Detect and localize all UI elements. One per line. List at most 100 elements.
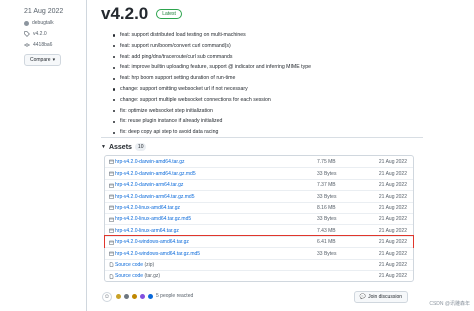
assets-title: Assets (108, 143, 132, 151)
reaction-count-text: 5 people reacted (156, 293, 194, 299)
tag-name[interactable]: v4.2.0 (33, 31, 47, 37)
asset-row-highlighted[interactable]: hrp-v4.2.0-windows-amd64.tar.gz 6.41 MB … (104, 234, 414, 249)
list-item: feat: add ping/dns/traceroute/curl sub c… (113, 52, 413, 63)
tag-row[interactable]: v4.2.0 (24, 31, 86, 37)
asset-row[interactable]: hrp-v4.2.0-linux-amd64.tar.gz.md5 33 Byt… (105, 212, 413, 224)
source-code-label: Source code (115, 273, 144, 280)
asset-name[interactable]: hrp-v4.2.0-darwin-amd64.tar.gz.md5 (115, 171, 196, 177)
asset-name[interactable]: Source code (tar.gz) (115, 273, 160, 279)
asset-date: 21 Aug 2022 (378, 158, 407, 165)
compare-button[interactable]: Compare ▾ (24, 54, 62, 66)
author-name[interactable]: debugtalk (32, 20, 54, 26)
assets-count: 10 (134, 143, 147, 151)
asset-date: 21 Aug 2022 (378, 239, 407, 246)
commit-row[interactable]: 4418ba6 (24, 42, 86, 48)
package-icon (109, 217, 114, 222)
package-icon (109, 159, 114, 164)
package-icon (109, 171, 114, 176)
asset-row[interactable]: hrp-v4.2.0-darwin-amd64.tar.gz.md5 33 By… (105, 167, 413, 178)
asset-name[interactable]: hrp-v4.2.0-darwin-arm64.tar.gz.md5 (115, 194, 194, 200)
asset-name[interactable]: hrp-v4.2.0-windows-amd64.tar.gz (115, 239, 189, 245)
asset-name[interactable]: hrp-v4.2.0-linux-amd64.tar.gz.md5 (115, 216, 191, 222)
asset-size: 7.75 MB (317, 158, 336, 165)
source-format: (tar.gz) (144, 273, 161, 280)
avatar (124, 293, 129, 299)
list-item: feat: improve builtin uploading feature,… (113, 62, 413, 73)
assets-toggle[interactable]: ▼ Assets 10 (101, 143, 147, 151)
latest-badge: Latest (156, 9, 182, 19)
release-notes: feat: support distributed load testing o… (113, 30, 413, 138)
asset-date: 21 Aug 2022 (378, 182, 407, 189)
tag-icon (24, 31, 30, 37)
asset-row[interactable]: hrp-v4.2.0-darwin-arm64.tar.gz 7.37 MB 2… (105, 178, 413, 190)
asset-row[interactable]: hrp-v4.2.0-darwin-arm64.tar.gz.md5 33 By… (105, 190, 413, 201)
list-item: feat: support run/boom/convert curl comm… (113, 41, 413, 52)
compare-label: Compare (30, 57, 51, 63)
release-meta: 21 Aug 2022 debugtalk v4.2.0 4418ba6 Com… (24, 6, 86, 66)
list-item: change: support omitting websocket url i… (113, 84, 413, 95)
asset-size: 7.37 MB (317, 182, 336, 189)
join-label: Join discussion (368, 294, 402, 300)
release-title[interactable]: v4.2.0 (101, 4, 148, 24)
asset-size: 33 Bytes (317, 250, 337, 257)
asset-name[interactable]: hrp-v4.2.0-windows-amd64.tar.gz.md5 (115, 251, 200, 257)
asset-size: 33 Bytes (317, 193, 337, 200)
asset-row[interactable]: hrp-v4.2.0-linux-amd64.tar.gz 8.16 MB 21… (105, 201, 413, 213)
asset-row[interactable]: Source code (zip) 21 Aug 2022 (105, 258, 413, 270)
reactions: 5 people reacted (116, 293, 193, 299)
file-zip-icon (109, 273, 114, 279)
commit-icon (24, 43, 30, 47)
asset-row[interactable]: hrp-v4.2.0-darwin-amd64.tar.gz 7.75 MB 2… (105, 156, 413, 167)
asset-date: 21 Aug 2022 (378, 250, 407, 257)
list-item: change: support multiple websocket conne… (113, 95, 413, 106)
source-code-label: Source code (115, 262, 144, 269)
asset-size: 33 Bytes (317, 216, 337, 223)
smiley-icon[interactable]: ☺ (102, 292, 112, 302)
asset-name[interactable]: hrp-v4.2.0-linux-amd64.tar.gz (115, 205, 180, 211)
asset-row[interactable]: hrp-v4.2.0-windows-amd64.tar.gz.md5 33 B… (105, 247, 413, 258)
package-icon (109, 206, 114, 211)
asset-date: 21 Aug 2022 (378, 227, 407, 234)
comment-icon: 💬 (359, 294, 367, 300)
asset-size: 33 Bytes (317, 170, 337, 177)
avatar (116, 293, 121, 299)
release-header: v4.2.0 Latest (101, 4, 182, 24)
asset-date: 21 Aug 2022 (378, 273, 407, 280)
asset-row[interactable]: Source code (tar.gz) 21 Aug 2022 (105, 269, 413, 281)
triangle-down-icon: ▼ (101, 144, 106, 150)
join-discussion-button[interactable]: 💬 Join discussion (353, 291, 408, 303)
package-icon (109, 183, 114, 188)
divider (101, 137, 423, 138)
list-item: fix: reuse plugin instance if already in… (113, 116, 413, 127)
source-format: (zip) (144, 262, 155, 269)
author-row[interactable]: debugtalk (24, 20, 86, 26)
asset-date: 21 Aug 2022 (378, 193, 407, 200)
asset-size: 6.41 MB (317, 239, 336, 246)
asset-row[interactable]: hrp-v4.2.0-linux-arm64.tar.gz 7.43 MB 21… (105, 224, 413, 235)
asset-name[interactable]: Source code (zip) (115, 262, 154, 268)
watermark: CSDN @讯雕森年 (429, 301, 470, 307)
asset-name[interactable]: hrp-v4.2.0-darwin-amd64.tar.gz (115, 159, 184, 165)
package-icon (109, 228, 114, 233)
package-icon (109, 251, 114, 256)
avatar (140, 293, 145, 299)
file-zip-icon (109, 262, 114, 268)
chevron-down-icon: ▾ (52, 57, 56, 63)
asset-date: 21 Aug 2022 (378, 205, 407, 212)
asset-name[interactable]: hrp-v4.2.0-linux-arm64.tar.gz (115, 228, 179, 234)
avatar (24, 20, 29, 26)
asset-size: 7.43 MB (317, 227, 336, 234)
asset-date: 21 Aug 2022 (378, 262, 407, 269)
package-icon (109, 194, 114, 199)
avatar (148, 293, 153, 299)
commit-sha[interactable]: 4418ba6 (33, 42, 52, 48)
asset-date: 21 Aug 2022 (378, 170, 407, 177)
list-item: feat: support distributed load testing o… (113, 30, 413, 41)
assets-list: hrp-v4.2.0-darwin-amd64.tar.gz 7.75 MB 2… (104, 155, 414, 283)
list-item: feat: hrp boom support setting duration … (113, 73, 413, 84)
package-icon (109, 240, 114, 245)
asset-name[interactable]: hrp-v4.2.0-darwin-arm64.tar.gz (115, 182, 183, 188)
release-date: 21 Aug 2022 (24, 8, 64, 15)
avatar (132, 293, 137, 299)
asset-date: 21 Aug 2022 (378, 216, 407, 223)
